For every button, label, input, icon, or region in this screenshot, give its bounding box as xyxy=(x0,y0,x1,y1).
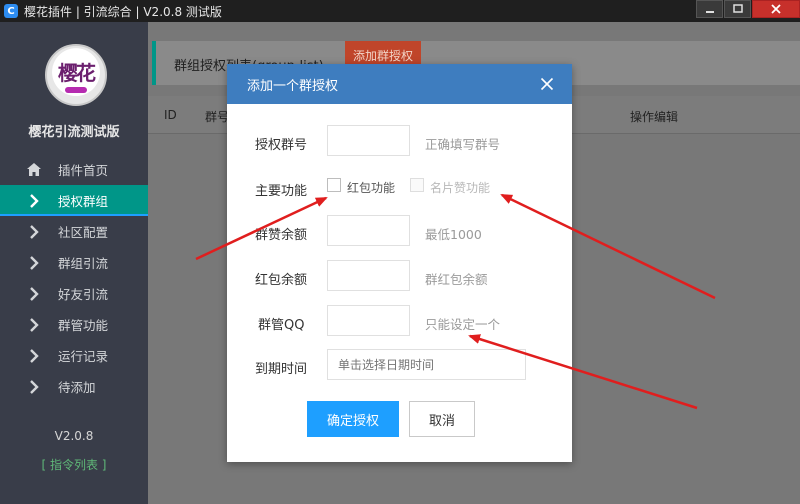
version-label: V2.0.8 xyxy=(54,429,94,443)
chevron-right-icon xyxy=(24,255,44,270)
sidebar-item-pending[interactable]: 待添加 xyxy=(0,371,148,402)
sidebar-item-community-config[interactable]: 社区配置 xyxy=(0,216,148,247)
window-controls xyxy=(695,0,800,22)
close-icon[interactable] xyxy=(540,77,554,91)
window-title: 樱花插件 | 引流综合 | V2.0.8 测试版 xyxy=(24,4,222,19)
sidebar-item-authorized-groups[interactable]: 授权群组 xyxy=(0,185,148,216)
sidebar-item-group-traffic[interactable]: 群组引流 xyxy=(0,247,148,278)
add-group-auth-dialog: 添加一个群授权 授权群号 正确填写群号 主要功能 红包功能 名片赞功能 群赞余额… xyxy=(227,64,572,462)
field-hint: 群红包余额 xyxy=(425,272,488,287)
chevron-right-icon xyxy=(24,348,44,363)
field-label: 到期时间 xyxy=(255,362,308,377)
row-main-features: 主要功能 红包功能 名片赞功能 xyxy=(227,171,572,205)
chevron-right-icon xyxy=(24,286,44,301)
minimize-icon xyxy=(705,11,714,13)
minimize-button[interactable] xyxy=(696,0,723,18)
sidebar-item-label: 群管功能 xyxy=(58,318,109,333)
column-header-actions: 操作编辑 xyxy=(630,110,679,124)
confirm-auth-button[interactable]: 确定授权 xyxy=(307,401,399,437)
logo-text: 樱花 xyxy=(58,61,96,85)
row-admin-qq: 群管QQ 只能设定一个 xyxy=(227,305,572,339)
redpack-balance-input[interactable] xyxy=(327,260,410,291)
sidebar-item-friend-traffic[interactable]: 好友引流 xyxy=(0,278,148,309)
redpack-label: 红包功能 xyxy=(347,181,396,195)
home-icon xyxy=(24,163,44,176)
sidebar-item-label: 社区配置 xyxy=(58,225,109,240)
brand-name: 樱花引流测试版 xyxy=(28,125,120,140)
row-group-number: 授权群号 正确填写群号 xyxy=(227,125,572,159)
admin-qq-input[interactable] xyxy=(327,305,410,336)
chevron-right-icon xyxy=(24,317,44,332)
field-hint: 最低1000 xyxy=(425,227,482,242)
sidebar-item-label: 好友引流 xyxy=(58,287,109,302)
field-hint: 只能设定一个 xyxy=(425,317,501,332)
maximize-icon xyxy=(732,4,743,13)
field-label: 红包余额 xyxy=(255,273,308,288)
sidebar-item-label: 群组引流 xyxy=(58,256,109,271)
column-header-group: 群号 xyxy=(205,110,230,124)
sidebar: 樱花 樱花引流测试版 插件首页 授权群组 社区配置 群组引流 好友引流 群管功能… xyxy=(0,22,148,504)
sidebar-item-group-admin[interactable]: 群管功能 xyxy=(0,309,148,340)
command-list-link[interactable]: [ 指令列表 ] xyxy=(0,456,148,473)
cancel-button[interactable]: 取消 xyxy=(409,401,475,437)
expire-datetime-input[interactable] xyxy=(327,349,526,380)
sidebar-nav: 插件首页 授权群组 社区配置 群组引流 好友引流 群管功能 运行记录 待添加 xyxy=(0,154,148,402)
sidebar-item-home[interactable]: 插件首页 xyxy=(0,154,148,185)
row-expire-time: 到期时间 xyxy=(227,349,572,383)
logo-badge xyxy=(65,87,87,93)
sidebar-item-label: 插件首页 xyxy=(58,163,109,178)
sidebar-item-label: 授权群组 xyxy=(58,194,109,209)
close-icon xyxy=(771,4,781,14)
chevron-right-icon xyxy=(24,379,44,394)
chevron-right-icon xyxy=(24,193,44,208)
group-number-input[interactable] xyxy=(327,125,410,156)
maximize-button[interactable] xyxy=(724,0,751,18)
field-hint: 正确填写群号 xyxy=(425,137,501,152)
field-label: 群赞余额 xyxy=(255,228,308,243)
column-header-id: ID xyxy=(164,108,177,122)
close-window-button[interactable] xyxy=(752,0,800,18)
sidebar-item-label: 运行记录 xyxy=(58,349,109,364)
card-like-checkbox[interactable] xyxy=(410,178,424,192)
sidebar-item-run-log[interactable]: 运行记录 xyxy=(0,340,148,371)
field-label: 主要功能 xyxy=(255,184,308,199)
row-like-balance: 群赞余额 最低1000 xyxy=(227,215,572,249)
app-icon: C xyxy=(4,4,18,18)
field-label: 授权群号 xyxy=(255,138,308,153)
dialog-header: 添加一个群授权 xyxy=(227,64,572,104)
card-like-label: 名片赞功能 xyxy=(430,181,491,195)
sidebar-item-label: 待添加 xyxy=(58,380,96,395)
dialog-title: 添加一个群授权 xyxy=(247,78,339,94)
field-label: 群管QQ xyxy=(258,318,305,333)
title-bar: C 樱花插件 | 引流综合 | V2.0.8 测试版 xyxy=(0,0,800,22)
chevron-right-icon xyxy=(24,224,44,239)
row-redpack-balance: 红包余额 群红包余额 xyxy=(227,260,572,294)
like-balance-input[interactable] xyxy=(327,215,410,246)
redpack-checkbox[interactable] xyxy=(327,178,341,192)
logo: 樱花 xyxy=(45,44,107,106)
